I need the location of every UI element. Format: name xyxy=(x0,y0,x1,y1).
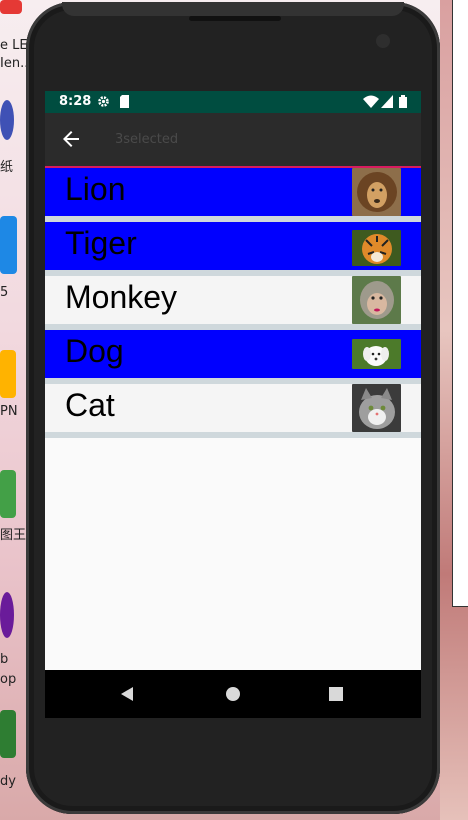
desktop-icon-2[interactable] xyxy=(0,100,14,140)
desktop-label: b xyxy=(0,652,9,667)
recents-square-icon[interactable] xyxy=(324,682,348,706)
selection-count-title: 3selected xyxy=(115,132,179,147)
desktop-label: op xyxy=(0,672,17,687)
list-item-lion[interactable]: Lion xyxy=(45,168,421,222)
desktop-label: 纸 xyxy=(0,160,14,175)
desktop-icon-1[interactable] xyxy=(0,0,22,14)
desktop-icon-6[interactable] xyxy=(0,592,14,638)
list-item-dog[interactable]: Dog xyxy=(45,330,421,384)
app-bar: 3selected xyxy=(45,113,421,168)
home-circle-icon[interactable] xyxy=(221,682,245,706)
list-item-monkey[interactable]: Monkey xyxy=(45,276,421,330)
animal-name: Tiger xyxy=(65,225,137,261)
gear-icon xyxy=(98,96,109,107)
desktop-label: dy xyxy=(0,774,16,789)
animal-name: Monkey xyxy=(65,279,178,315)
dog-image xyxy=(352,339,401,369)
desktop-icon-3[interactable] xyxy=(0,216,17,274)
battery-icon xyxy=(399,95,407,108)
animal-list: Lion Tiger Monkey Dog Cat xyxy=(45,168,421,438)
background-window xyxy=(452,0,468,607)
lion-image xyxy=(352,168,401,216)
status-bar: 8:28 xyxy=(45,91,421,113)
back-triangle-icon[interactable] xyxy=(116,682,140,706)
sim-card-icon xyxy=(120,95,129,108)
desktop-icon-5[interactable] xyxy=(0,470,16,518)
phone-screen: 8:28 3selected Lion Tiger Monkey Dog Cat xyxy=(45,91,421,718)
desktop-label: PN xyxy=(0,404,18,419)
desktop-icon-7[interactable] xyxy=(0,710,16,758)
navigation-bar xyxy=(45,670,421,718)
desktop-label: 5 xyxy=(0,285,9,300)
animal-name: Cat xyxy=(65,387,115,423)
list-item-cat[interactable]: Cat xyxy=(45,384,421,438)
wifi-icon xyxy=(363,95,379,108)
phone-top-edge xyxy=(62,2,404,16)
monkey-image xyxy=(352,276,401,324)
tiger-image xyxy=(352,230,401,266)
list-item-tiger[interactable]: Tiger xyxy=(45,222,421,276)
desktop-label: e LE xyxy=(0,38,28,53)
front-camera xyxy=(376,34,390,48)
animal-name: Lion xyxy=(65,171,126,207)
cat-image xyxy=(352,384,401,432)
arrow-left-icon[interactable] xyxy=(59,127,83,151)
status-time: 8:28 xyxy=(59,94,92,109)
signal-icon xyxy=(381,95,393,108)
speaker-grille xyxy=(189,16,281,21)
animal-name: Dog xyxy=(65,333,124,369)
desktop-icon-4[interactable] xyxy=(0,350,16,398)
desktop-label: 图王 xyxy=(0,528,27,543)
